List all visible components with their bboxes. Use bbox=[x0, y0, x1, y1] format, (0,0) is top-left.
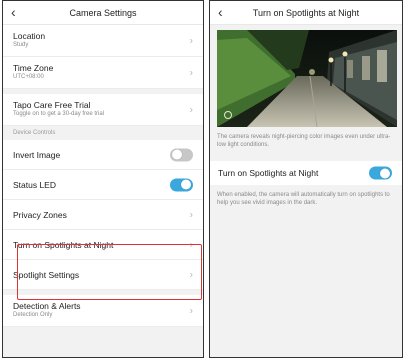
night-scene-image bbox=[217, 30, 397, 127]
invert-image-label: Invert Image bbox=[13, 149, 61, 160]
detection-alerts-label: Detection & Alerts bbox=[13, 301, 81, 311]
spotlights-toggle-row: Turn on Spotlights at Night bbox=[210, 161, 402, 185]
page-title: Camera Settings bbox=[69, 7, 137, 18]
spotlights-toggle[interactable] bbox=[369, 166, 392, 180]
toggle-knob bbox=[380, 168, 390, 178]
camera-settings-screen: ‹ Camera Settings Location Study › Time … bbox=[2, 0, 204, 358]
invert-image-toggle[interactable] bbox=[170, 148, 193, 161]
spotlights-at-night-row[interactable]: Turn on Spotlights at Night › bbox=[3, 230, 203, 260]
invert-image-row: Invert Image bbox=[3, 140, 203, 170]
toggle-knob bbox=[172, 149, 182, 160]
spotlights-at-night-label: Turn on Spotlights at Night bbox=[13, 239, 114, 250]
timezone-row[interactable]: Time Zone UTC+08:00 › bbox=[3, 57, 203, 89]
tapo-care-label: Tapo Care Free Trial bbox=[13, 100, 91, 110]
spotlight-settings-label: Spotlight Settings bbox=[13, 269, 80, 280]
device-controls-header: Device Controls bbox=[3, 126, 203, 140]
nav-bar: ‹ Camera Settings bbox=[3, 1, 203, 25]
chevron-right-icon: › bbox=[189, 209, 193, 220]
detection-alerts-row[interactable]: Detection & Alerts Detection Only › bbox=[3, 295, 203, 327]
page-title: Turn on Spotlights at Night bbox=[252, 7, 360, 18]
privacy-zones-label: Privacy Zones bbox=[13, 209, 67, 220]
detection-alerts-value: Detection Only bbox=[13, 312, 53, 318]
description-bottom: When enabled, the camera will automatica… bbox=[217, 192, 390, 206]
privacy-zones-row[interactable]: Privacy Zones › bbox=[3, 200, 203, 230]
status-led-toggle[interactable] bbox=[170, 178, 193, 191]
chevron-right-icon: › bbox=[189, 35, 193, 46]
location-row[interactable]: Location Study › bbox=[3, 25, 203, 57]
description-top: The camera reveals night-piercing color … bbox=[217, 134, 391, 148]
chevron-right-icon: › bbox=[189, 305, 193, 316]
spotlights-screen: ‹ Turn on Spotlights at Night The camera… bbox=[209, 0, 403, 358]
timezone-value: UTC+08:00 bbox=[13, 74, 44, 80]
status-led-row: Status LED bbox=[3, 170, 203, 200]
tapo-care-row[interactable]: Tapo Care Free Trial Toggle on to get a … bbox=[3, 94, 203, 126]
chevron-right-icon: › bbox=[189, 67, 193, 78]
chevron-right-icon: › bbox=[189, 239, 193, 250]
night-scene-illustration bbox=[217, 30, 397, 127]
timezone-label: Time Zone bbox=[13, 63, 54, 73]
tapo-care-subtitle: Toggle on to get a 30-day free trial bbox=[13, 111, 105, 117]
bulb-icon bbox=[224, 111, 232, 119]
chevron-right-icon: › bbox=[189, 104, 193, 115]
spotlight-settings-row[interactable]: Spotlight Settings › bbox=[3, 260, 203, 290]
status-led-label: Status LED bbox=[13, 179, 56, 190]
back-chevron-icon[interactable]: ‹ bbox=[11, 4, 16, 20]
back-chevron-icon[interactable]: ‹ bbox=[218, 4, 223, 20]
location-label: Location bbox=[13, 31, 46, 41]
nav-bar: ‹ Turn on Spotlights at Night bbox=[210, 1, 402, 25]
spotlights-toggle-label: Turn on Spotlights at Night bbox=[218, 168, 319, 178]
chevron-right-icon: › bbox=[189, 269, 193, 280]
toggle-knob bbox=[181, 179, 191, 190]
location-value: Study bbox=[13, 42, 29, 48]
